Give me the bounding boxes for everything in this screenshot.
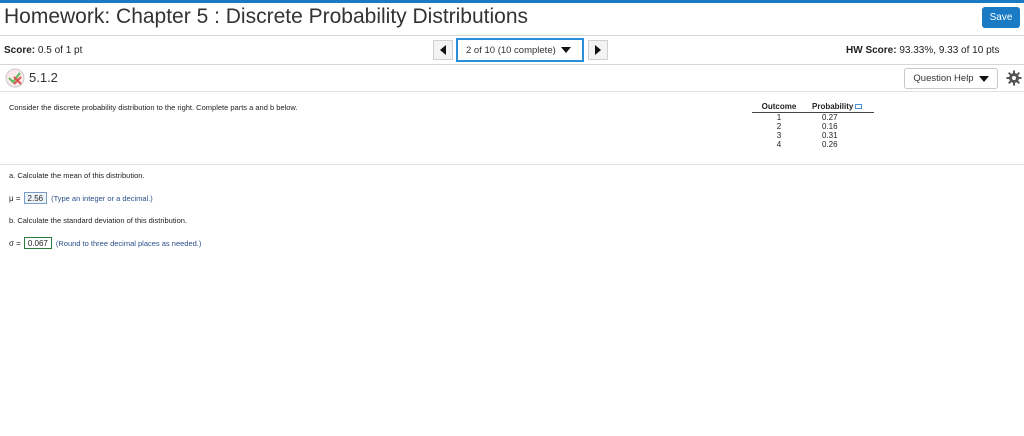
probability-cell: 0.26	[822, 139, 838, 149]
copy-icon[interactable]	[855, 104, 863, 110]
mu-symbol: μ =	[9, 193, 21, 203]
outcome-cell: 4	[776, 139, 782, 149]
sigma-symbol: σ =	[9, 238, 21, 248]
part-a-answer-line: μ = 2.56 (Type an integer or a decimal.)	[9, 192, 153, 204]
divider	[0, 35, 1024, 36]
score-label: Score:	[4, 45, 36, 56]
arrow-right-icon	[595, 45, 601, 55]
table-header-probability-label: Probability	[812, 101, 854, 111]
hw-score-display: HW Score: 93.33%, 9.33 of 10 pts	[846, 45, 999, 56]
question-help-button[interactable]: Question Help	[904, 68, 998, 89]
part-a-hint: (Type an integer or a decimal.)	[51, 193, 153, 203]
probability-cell: 0.31	[822, 130, 838, 140]
score-display: Score: 0.5 of 1 pt	[4, 45, 82, 56]
question-help-label: Question Help	[913, 73, 974, 84]
probability-cell: 0.27	[822, 112, 838, 122]
part-b-answer-line: σ = 0.067 (Round to three decimal places…	[9, 237, 201, 249]
question-prompt: Consider the discrete probability distri…	[9, 103, 298, 112]
table-header-outcome: Outcome	[752, 101, 806, 113]
top-accent-bar	[0, 0, 1024, 3]
divider	[0, 164, 1024, 165]
probability-distribution-table: Outcome Probability 1 0.27 2 0.16 3 0.31…	[752, 101, 874, 149]
table-row: 3 0.31	[752, 131, 874, 140]
partial-credit-icon	[5, 68, 25, 88]
divider	[0, 64, 1024, 65]
part-b-question: b. Calculate the standard deviation of t…	[9, 216, 188, 225]
outcome-cell: 1	[776, 112, 782, 122]
table-row: 2 0.16	[752, 122, 874, 131]
question-number: 5.1.2	[29, 70, 58, 85]
question-selector[interactable]: 2 of 10 (10 complete)	[456, 38, 584, 62]
page-title: Homework: Chapter 5 : Discrete Probabili…	[4, 5, 529, 28]
table-row: 4 0.26	[752, 140, 874, 149]
std-dev-answer-field[interactable]: 0.067	[23, 237, 52, 249]
caret-down-icon	[978, 75, 989, 82]
table-row: 1 0.27	[752, 112, 874, 122]
table-header-probability: Probability	[806, 101, 874, 113]
next-question-button[interactable]	[588, 40, 608, 60]
outcome-cell: 2	[776, 121, 782, 131]
probability-cell: 0.16	[822, 121, 838, 131]
part-a-question: a. Calculate the mean of this distributi…	[9, 171, 145, 180]
save-button[interactable]: Save	[982, 7, 1020, 28]
hw-score-value: 93.33%, 9.33 of 10 pts	[899, 45, 1000, 56]
caret-down-icon	[560, 47, 571, 53]
gear-icon[interactable]	[1006, 70, 1022, 86]
mean-answer-field[interactable]: 2.56	[23, 192, 48, 204]
question-selector-label: 2 of 10 (10 complete)	[466, 44, 556, 56]
hw-score-label: HW Score:	[846, 45, 897, 56]
divider	[0, 91, 1024, 92]
outcome-cell: 3	[776, 130, 782, 140]
part-b-hint: (Round to three decimal places as needed…	[55, 238, 202, 248]
previous-question-button[interactable]	[433, 40, 453, 60]
arrow-left-icon	[440, 45, 446, 55]
score-value: 0.5 of 1 pt	[37, 45, 83, 56]
